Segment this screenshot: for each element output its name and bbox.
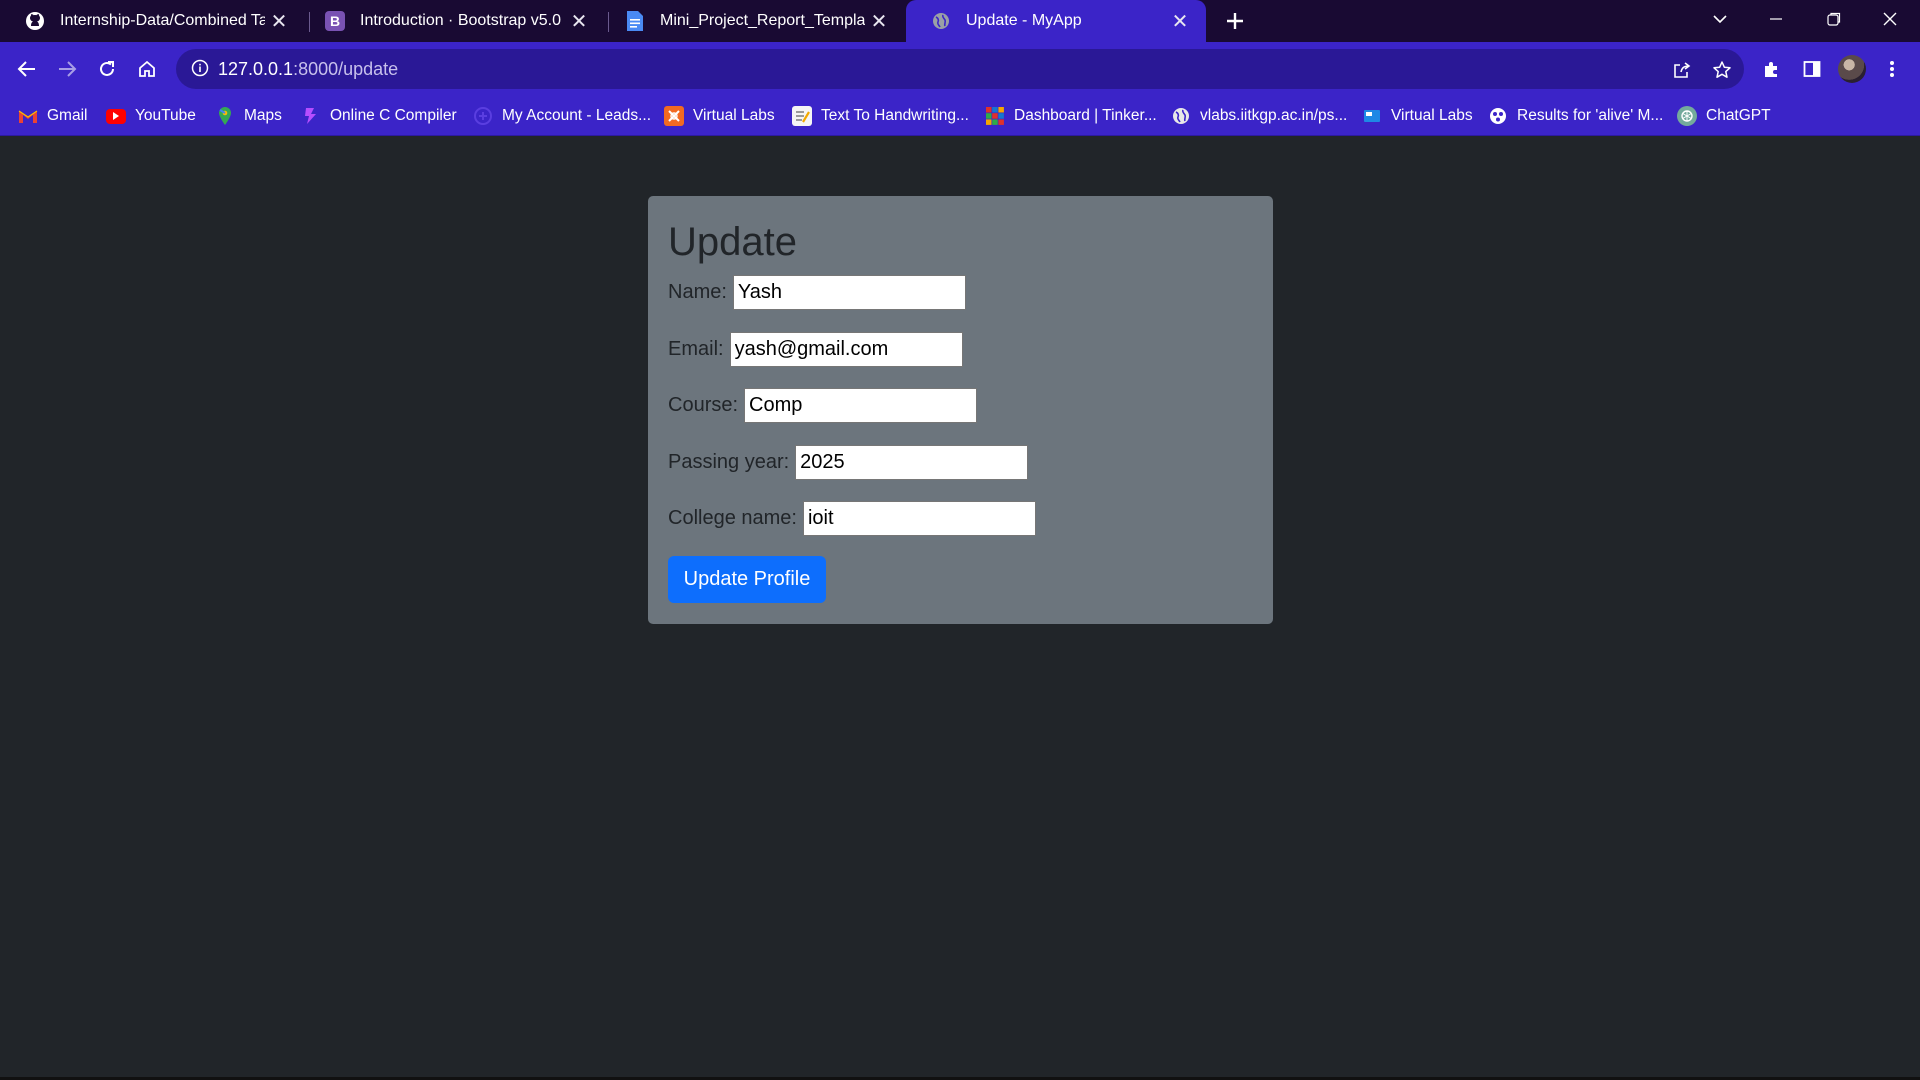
bookmark-label: Results for 'alive' M... (1517, 107, 1664, 124)
google-docs-icon (624, 10, 646, 32)
tab-title: Update - MyApp (966, 12, 1082, 29)
passing-year-input[interactable] (795, 444, 1029, 480)
college-name-input[interactable] (802, 500, 1036, 536)
bookmark-chatgpt[interactable]: ChatGPT (1677, 103, 1771, 129)
restore-icon[interactable] (1806, 0, 1862, 38)
bookmark-youtube[interactable]: YouTube (106, 103, 196, 129)
bookmark-dashboard-tinker[interactable]: Dashboard | Tinker... (985, 103, 1157, 129)
bookmark-vlabs-iitkgp[interactable]: vlabs.iitkgp.ac.in/ps... (1171, 103, 1347, 129)
tab-github[interactable]: Internship-Data/Combined Task/ ✕ (0, 0, 305, 42)
side-panel-icon[interactable] (1797, 54, 1827, 84)
bookmark-label: vlabs.iitkgp.ac.in/ps... (1200, 107, 1348, 124)
email-input[interactable] (729, 331, 963, 367)
reload-icon[interactable] (90, 52, 124, 86)
college-name-label: College name: (668, 506, 797, 529)
tab-title: Internship-Data/Combined Task/ (60, 12, 265, 29)
bookmark-virtual-labs-2[interactable]: Virtual Labs (1362, 103, 1473, 129)
github-icon (24, 10, 46, 32)
form-row-passing-year: Passing year: (668, 444, 1029, 480)
tab-google-docs[interactable]: Mini_Project_Report_Template - ✕ (600, 0, 905, 42)
tab-search-icon[interactable] (1692, 0, 1748, 38)
update-form-card: Update Name: Email: Course: Passing year… (648, 196, 1273, 624)
tab-strip: Internship-Data/Combined Task/ ✕ B Intro… (0, 0, 1920, 42)
bookmark-virtual-labs[interactable]: Virtual Labs (664, 103, 775, 129)
close-tab-icon[interactable]: ✕ (1166, 7, 1194, 35)
tab-title: Introduction · Bootstrap v5.0 (360, 12, 561, 29)
course-input[interactable] (744, 387, 978, 423)
bookmark-label: Virtual Labs (693, 107, 775, 124)
close-tab-icon[interactable]: ✕ (565, 7, 593, 35)
tab-title: Mini_Project_Report_Template - (660, 12, 865, 29)
name-label: Name: (668, 280, 727, 303)
close-tab-icon[interactable]: ✕ (865, 7, 893, 35)
bookmark-label: Maps (244, 107, 282, 124)
form-row-name: Name: (668, 274, 966, 310)
bookmark-label: Gmail (47, 107, 88, 124)
gmail-icon (18, 106, 38, 126)
address-bar[interactable]: 127.0.0.1:8000/update (176, 49, 1744, 89)
bookmark-my-account-leads[interactable]: My Account - Leads... (473, 103, 651, 129)
site-info-icon[interactable] (190, 58, 212, 80)
profile-avatar[interactable] (1838, 55, 1866, 83)
update-profile-button[interactable]: Update Profile (668, 556, 826, 603)
bookmark-label: Text To Handwriting... (821, 107, 969, 124)
forward-arrow-icon[interactable] (50, 52, 84, 86)
minimize-icon[interactable] (1748, 0, 1804, 38)
browser-toolbar: 127.0.0.1:8000/update (0, 42, 1920, 96)
email-label: Email: (668, 337, 724, 360)
bookmark-label: My Account - Leads... (502, 107, 652, 124)
new-tab-button[interactable] (1220, 6, 1250, 36)
bookmark-label: ChatGPT (1706, 107, 1771, 124)
tab-bootstrap[interactable]: B Introduction · Bootstrap v5.0 ✕ (300, 0, 605, 42)
bookmark-label: Dashboard | Tinker... (1014, 107, 1157, 124)
bookmark-maps[interactable]: Maps (215, 103, 282, 129)
share-icon[interactable] (1670, 58, 1694, 82)
bookmark-label: Online C Compiler (330, 107, 457, 124)
bookmark-online-c-compiler[interactable]: Online C Compiler (301, 103, 457, 129)
youtube-icon (106, 108, 126, 124)
bookmark-text-to-handwriting[interactable]: Text To Handwriting... (792, 103, 969, 129)
globe-icon (1171, 106, 1191, 126)
url-text[interactable]: 127.0.0.1:8000/update (218, 59, 398, 80)
form-row-college-name: College name: (668, 500, 1036, 536)
globe-icon (930, 10, 952, 32)
back-arrow-icon[interactable] (10, 52, 44, 86)
bookmark-results-alive[interactable]: Results for 'alive' M... (1488, 103, 1663, 129)
form-row-email: Email: (668, 331, 963, 367)
page-title: Update (668, 220, 797, 264)
url-host: 127.0.0.1 (218, 59, 294, 79)
home-icon[interactable] (130, 52, 164, 86)
bookmark-label: Virtual Labs (1391, 107, 1473, 124)
extensions-puzzle-icon[interactable] (1757, 54, 1787, 84)
bootstrap-icon: B (324, 10, 346, 32)
name-input[interactable] (732, 274, 966, 310)
virtual-labs-icon (664, 106, 684, 126)
tab-update-myapp[interactable]: Update - MyApp ✕ (906, 0, 1206, 42)
compiler-icon (301, 106, 321, 126)
maps-icon (215, 106, 235, 126)
form-row-course: Course: (668, 387, 978, 423)
chatgpt-icon (1677, 106, 1697, 126)
virtual-labs-icon (1362, 106, 1382, 126)
results-icon (1488, 106, 1508, 126)
handwriting-icon (792, 106, 812, 126)
passing-year-label: Passing year: (668, 450, 790, 473)
bookmark-gmail[interactable]: Gmail (18, 103, 87, 129)
leads-icon (473, 106, 493, 126)
bookmark-star-icon[interactable] (1710, 58, 1734, 82)
close-window-icon[interactable] (1862, 0, 1918, 38)
tinkercad-icon (985, 106, 1005, 126)
bookmarks-bar: Gmail YouTube Maps Online C Compiler My … (0, 96, 1920, 136)
bookmark-label: YouTube (135, 107, 196, 124)
menu-kebab-icon[interactable] (1877, 54, 1907, 84)
course-label: Course: (668, 393, 739, 416)
close-tab-icon[interactable]: ✕ (265, 7, 293, 35)
url-path: :8000/update (293, 59, 399, 79)
